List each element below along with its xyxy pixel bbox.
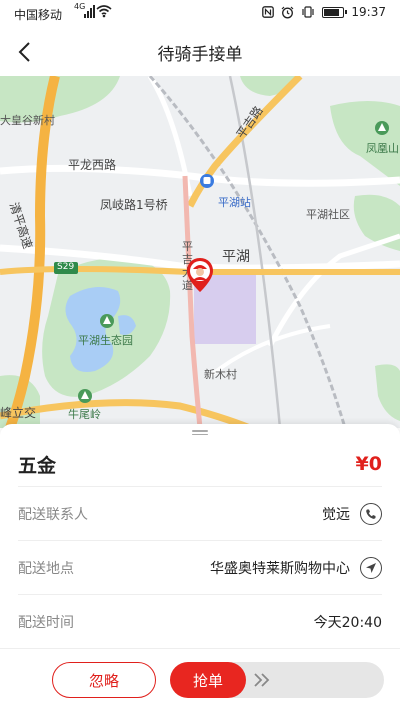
order-summary: 五金 ¥0 <box>18 446 382 482</box>
map-label-s29: S29 <box>57 262 75 272</box>
time-row: 配送时间 今天20:40 <box>18 594 382 648</box>
order-price: ¥0 <box>355 453 382 475</box>
phone-icon[interactable] <box>360 502 382 525</box>
map-view[interactable]: 大皇谷新村 平龙西路 清平高速 凤岐路1号桥 平湖站 平吉路 平湖社区 平湖 S… <box>0 76 400 428</box>
map-label-pinghu-station: 平湖站 <box>218 196 251 209</box>
map-label-fenghuangshan: 凤凰山 <box>366 142 399 155</box>
vibrate-icon <box>302 6 315 18</box>
map-label-xinmu-village: 新木村 <box>204 368 237 381</box>
goods-name: 五金 <box>18 454 57 477</box>
map-label-pinghu: 平湖 <box>222 249 250 265</box>
map-label-huangguxin: 大皇谷新村 <box>0 114 55 127</box>
address-value: 华盛奥特莱斯购物中心 <box>210 560 350 577</box>
alarm-icon <box>281 6 294 18</box>
ignore-button[interactable]: 忽略 <box>52 662 156 698</box>
contact-row: 配送联系人 觉远 <box>18 486 382 540</box>
battery-icon <box>322 6 348 18</box>
drag-handle-icon[interactable] <box>192 430 208 436</box>
map-label-pinglong-west-road: 平龙西路 <box>68 158 117 172</box>
address-label: 配送地点 <box>18 560 74 577</box>
status-bar: 中国移动 4G 19:37 <box>0 0 400 28</box>
carrier-name: 中国移动 <box>14 8 63 22</box>
contact-label: 配送联系人 <box>18 506 88 523</box>
grab-order-knob[interactable]: 抢单 <box>170 662 246 698</box>
grab-order-slider[interactable]: 抢单 <box>170 662 384 698</box>
double-chevron-right-icon <box>254 673 270 687</box>
address-row: 配送地点 华盛奥特莱斯购物中心 <box>18 540 382 594</box>
clock-time: 19:37 <box>351 5 386 19</box>
map-label-pinghu-community: 平湖社区 <box>306 208 350 221</box>
map-label-pinghu-park: 平湖生态园 <box>78 334 133 347</box>
time-label: 配送时间 <box>18 614 74 631</box>
map-label-fengli-interchange: 峰立交 <box>0 406 37 420</box>
app-header: 待骑手接单 <box>0 28 400 76</box>
action-bar: 忽略 抢单 <box>0 648 400 710</box>
map-label-niuweiling: 牛尾岭 <box>68 408 101 421</box>
contact-name: 觉远 <box>322 506 350 523</box>
network-type: 4G <box>74 2 86 11</box>
map-label-fengqi-road-bridge: 凤岐路1号桥 <box>100 198 168 212</box>
page-title: 待骑手接单 <box>157 45 243 65</box>
rider-avatar-icon[interactable] <box>184 256 216 296</box>
time-value: 今天20:40 <box>313 614 382 631</box>
signal-icon: 4G <box>74 2 95 18</box>
map-canvas <box>0 76 400 428</box>
wifi-icon <box>96 5 112 18</box>
navigate-icon[interactable] <box>360 556 382 579</box>
nfc-icon <box>262 6 275 18</box>
